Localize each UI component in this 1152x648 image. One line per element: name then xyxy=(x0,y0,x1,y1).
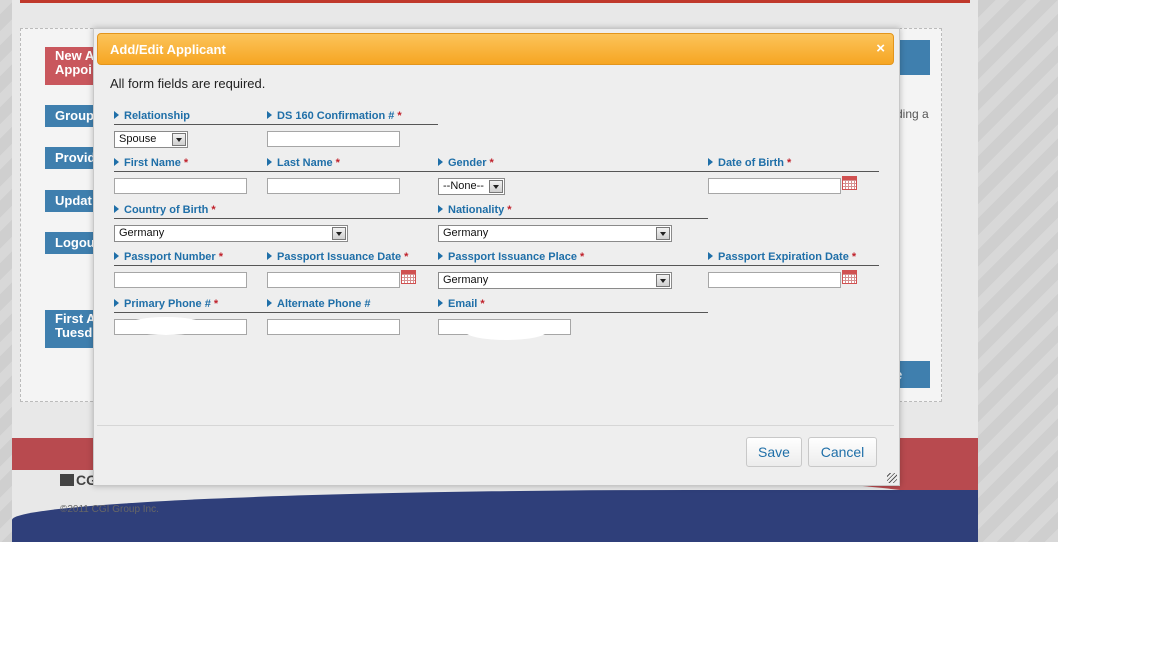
arrow-right-icon xyxy=(267,158,272,166)
background-right-button[interactable] xyxy=(895,40,930,75)
passport-issuance-date-input[interactable] xyxy=(267,272,400,288)
dialog-footer-divider xyxy=(97,425,894,426)
last-name-input[interactable] xyxy=(267,178,400,194)
ds160-label: DS 160 Confirmation # * xyxy=(267,110,402,122)
arrow-right-icon xyxy=(267,299,272,307)
calendar-icon[interactable] xyxy=(401,270,416,284)
row-divider xyxy=(114,312,708,313)
date-of-birth-label: Date of Birth * xyxy=(708,157,791,169)
chevron-down-icon[interactable] xyxy=(332,227,346,240)
dialog-header[interactable]: Add/Edit Applicant × xyxy=(97,33,894,65)
alternate-phone-label: Alternate Phone # xyxy=(267,298,371,310)
date-of-birth-input[interactable] xyxy=(708,178,841,194)
chevron-down-icon[interactable] xyxy=(489,180,503,193)
passport-number-label: Passport Number * xyxy=(114,251,223,263)
first-name-label: First Name * xyxy=(114,157,188,169)
gender-label: Gender * xyxy=(438,157,494,169)
arrow-right-icon xyxy=(708,252,713,260)
relationship-select[interactable]: Spouse xyxy=(114,131,188,148)
row-divider xyxy=(114,218,708,219)
primary-phone-label: Primary Phone # * xyxy=(114,298,218,310)
arrow-right-icon xyxy=(114,299,119,307)
calendar-icon[interactable] xyxy=(842,270,857,284)
redaction-mask xyxy=(126,317,206,335)
country-of-birth-select[interactable]: Germany xyxy=(114,225,348,242)
passport-issuance-date-label: Passport Issuance Date * xyxy=(267,251,408,263)
redaction-mask xyxy=(466,324,546,340)
chevron-down-icon[interactable] xyxy=(172,133,186,146)
background-right-text: ding a xyxy=(896,107,929,121)
row-divider xyxy=(114,171,879,172)
arrow-right-icon xyxy=(114,252,119,260)
arrow-right-icon xyxy=(438,158,443,166)
arrow-right-icon xyxy=(438,205,443,213)
calendar-icon[interactable] xyxy=(842,176,857,190)
email-label: Email * xyxy=(438,298,485,310)
background-top-bar xyxy=(20,0,970,3)
row-divider xyxy=(114,265,879,266)
arrow-right-icon xyxy=(114,111,119,119)
passport-issuance-place-label: Passport Issuance Place * xyxy=(438,251,584,263)
arrow-right-icon xyxy=(267,111,272,119)
country-of-birth-label: Country of Birth * xyxy=(114,204,216,216)
required-note: All form fields are required. xyxy=(110,76,266,91)
close-icon[interactable]: × xyxy=(876,40,885,57)
arrow-right-icon xyxy=(267,252,272,260)
chevron-down-icon[interactable] xyxy=(656,227,670,240)
ds160-input[interactable] xyxy=(267,131,400,147)
row-divider xyxy=(114,124,438,125)
passport-issuance-place-select[interactable]: Germany xyxy=(438,272,672,289)
relationship-label: Relationship xyxy=(114,110,190,122)
dialog-title: Add/Edit Applicant xyxy=(110,42,226,57)
arrow-right-icon xyxy=(438,299,443,307)
save-button[interactable]: Save xyxy=(746,437,802,467)
arrow-right-icon xyxy=(114,158,119,166)
chevron-down-icon[interactable] xyxy=(656,274,670,287)
copyright-text: ©2011 CGI Group Inc. xyxy=(60,504,159,515)
last-name-label: Last Name * xyxy=(267,157,340,169)
arrow-right-icon xyxy=(438,252,443,260)
passport-expiration-date-input[interactable] xyxy=(708,272,841,288)
arrow-right-icon xyxy=(114,205,119,213)
nationality-select[interactable]: Germany xyxy=(438,225,672,242)
nationality-label: Nationality * xyxy=(438,204,512,216)
add-edit-applicant-dialog: Add/Edit Applicant × All form fields are… xyxy=(93,28,900,486)
first-name-input[interactable] xyxy=(114,178,247,194)
gender-select[interactable]: --None-- xyxy=(438,178,505,195)
cancel-button[interactable]: Cancel xyxy=(808,437,877,467)
arrow-right-icon xyxy=(708,158,713,166)
alternate-phone-input[interactable] xyxy=(267,319,400,335)
resize-grip-icon[interactable] xyxy=(887,473,897,483)
passport-number-input[interactable] xyxy=(114,272,247,288)
passport-expiration-date-label: Passport Expiration Date * xyxy=(708,251,856,263)
cgi-logo-icon xyxy=(60,474,74,486)
